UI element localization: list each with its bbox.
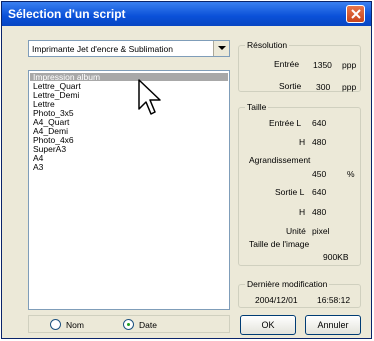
size-output-l-label: Sortie L (275, 187, 305, 197)
window-title: Sélection d'un script (8, 7, 126, 21)
sort-by-date-radio[interactable] (123, 319, 134, 330)
printer-dropdown[interactable]: Imprimante Jet d'encre & Sublimation (28, 40, 230, 57)
resolution-output-value: 300 (316, 82, 331, 92)
resolution-output-unit: ppp (342, 82, 357, 92)
list-item-lettre-quart[interactable]: Lettre_Quart (30, 82, 228, 91)
sort-by-date-label: Date (139, 320, 157, 330)
resolution-input-label: Entrée (274, 59, 300, 69)
size-group: Taille Entrée L 640 H 480 Agrandissement… (238, 102, 361, 266)
list-item-lettre-demi[interactable]: Lettre_Demi (30, 91, 228, 100)
resolution-input-value: 1350 (313, 60, 332, 70)
title-bar[interactable]: Sélection d'un script (2, 2, 371, 26)
image-size-value: 900KB (323, 252, 349, 262)
last-modified-date: 2004/12/01 (255, 295, 298, 305)
last-modified-legend: Dernière modification (245, 279, 330, 289)
script-list[interactable]: Impression album Lettre_Quart Lettre_Dem… (28, 70, 230, 310)
mouse-pointer-icon (138, 79, 161, 115)
image-size-label: Taille de l'image (249, 239, 310, 249)
resolution-group: Résolution Entrée 1350 ppp Sortie 300 pp… (238, 40, 361, 92)
size-input-l-value: 640 (312, 118, 327, 128)
list-item-a3[interactable]: A3 (30, 163, 228, 172)
list-item-lettre[interactable]: Lettre (30, 100, 228, 109)
list-item-photo-3x5[interactable]: Photo_3x5 (30, 109, 228, 118)
enlarge-label: Agrandissement (249, 155, 311, 165)
enlarge-value: 450 (312, 169, 327, 179)
size-input-h-label: H (299, 137, 306, 147)
sort-by-name-radio[interactable] (50, 319, 61, 330)
dropdown-arrow-button[interactable] (213, 41, 229, 56)
list-item-supera3[interactable]: SuperA3 (30, 145, 228, 154)
size-input-l-label: Entrée L (269, 118, 302, 128)
chevron-down-icon (218, 46, 226, 50)
sort-by-name-label: Nom (66, 320, 84, 330)
close-button[interactable] (346, 5, 365, 23)
close-icon (351, 9, 361, 19)
last-modified-group: Dernière modification 2004/12/01 16:58:1… (238, 279, 361, 308)
unit-value: pixel (312, 226, 330, 236)
size-output-h-label: H (299, 207, 306, 217)
resolution-output-label: Sortie (279, 81, 302, 91)
unit-label: Unité (286, 226, 306, 236)
resolution-input-unit: ppp (342, 60, 357, 70)
size-input-h-value: 480 (312, 137, 327, 147)
resolution-legend: Résolution (245, 40, 290, 50)
sort-options: Nom Date (28, 315, 230, 333)
ok-button[interactable]: OK (240, 315, 296, 335)
list-item-photo-4x6[interactable]: Photo_4x6 (30, 136, 228, 145)
size-legend: Taille (245, 102, 269, 112)
printer-dropdown-value: Imprimante Jet d'encre & Sublimation (32, 44, 173, 54)
list-item-a4-demi[interactable]: A4_Demi (30, 127, 228, 136)
size-output-h-value: 480 (312, 207, 327, 217)
last-modified-time: 16:58:12 (317, 295, 351, 305)
list-item-a4[interactable]: A4 (30, 154, 228, 163)
cancel-button[interactable]: Annuler (305, 315, 361, 335)
list-item-a4-quart[interactable]: A4_Quart (30, 118, 228, 127)
size-output-l-value: 640 (312, 187, 327, 197)
list-item-impression-album[interactable]: Impression album (30, 73, 228, 81)
enlarge-unit: % (347, 169, 355, 179)
